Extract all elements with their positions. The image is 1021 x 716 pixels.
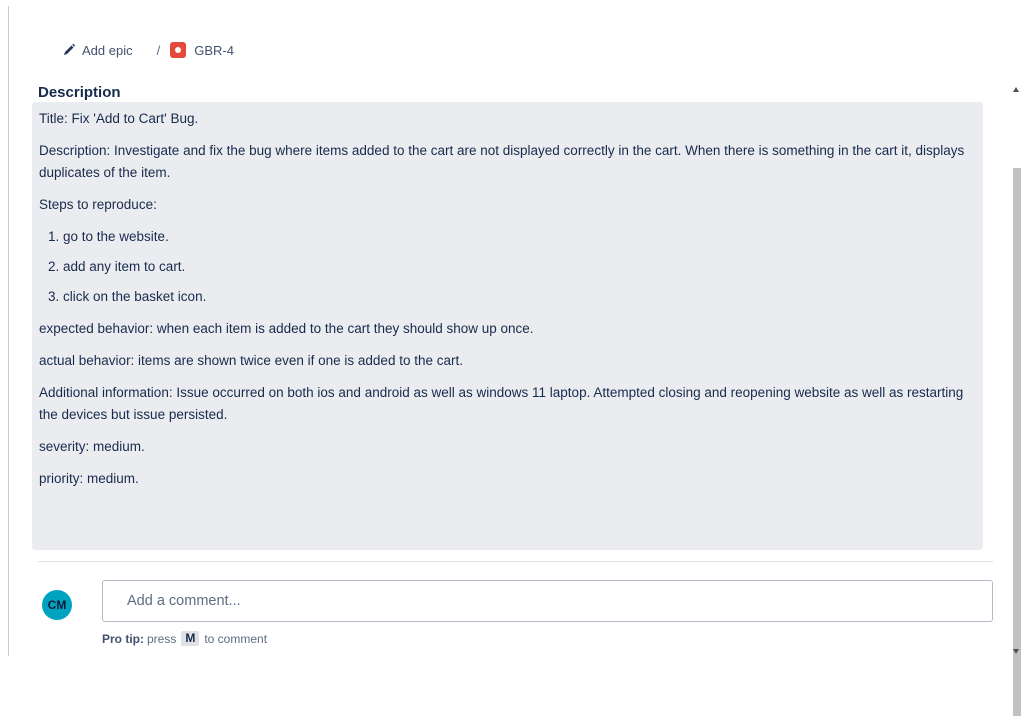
list-item: click on the basket icon. [63, 286, 975, 308]
panel-left-border [8, 6, 9, 656]
steps-heading: Steps to reproduce: [39, 197, 157, 212]
list-item: go to the website. [63, 226, 975, 248]
pro-tip-suffix: to comment [204, 631, 268, 646]
pro-tip-press: press [147, 631, 177, 646]
list-item: add any item to cart. [63, 256, 975, 278]
breadcrumb-separator: / [156, 42, 161, 58]
breadcrumb: Add epic / GBR-4 [62, 38, 234, 62]
scroll-thumb[interactable] [1013, 168, 1021, 716]
scroll-up-arrow-icon[interactable] [1013, 87, 1019, 92]
pro-tip-label: Pro tip: [102, 631, 144, 646]
pencil-icon [62, 43, 76, 57]
add-epic-link[interactable]: Add epic [82, 43, 133, 58]
bug-icon [170, 42, 187, 58]
avatar[interactable]: CM [42, 590, 72, 620]
description-title-line: Title: Fix 'Add to Cart' Bug. [39, 111, 199, 126]
divider [38, 561, 993, 562]
pro-tip: Pro tip: press M to comment [102, 631, 267, 646]
scrollbar[interactable] [1011, 82, 1021, 716]
description-field[interactable]: Title: Fix 'Add to Cart' Bug. Descriptio… [32, 102, 983, 550]
priority: priority: medium. [39, 471, 139, 486]
description-text: Description: Investigate and fix the bug… [39, 143, 965, 180]
comment-input[interactable] [102, 580, 993, 622]
description-heading: Description [38, 84, 121, 101]
pro-tip-key: M [181, 631, 200, 646]
scroll-down-arrow-icon[interactable] [1013, 649, 1019, 654]
issue-key-link[interactable]: GBR-4 [194, 43, 234, 58]
severity: severity: medium. [39, 439, 145, 454]
expected-behavior: expected behavior: when each item is add… [39, 321, 534, 336]
actual-behavior: actual behavior: items are shown twice e… [39, 353, 463, 368]
additional-information: Additional information: Issue occurred o… [39, 385, 964, 422]
steps-list: go to the website. add any item to cart.… [39, 226, 975, 308]
